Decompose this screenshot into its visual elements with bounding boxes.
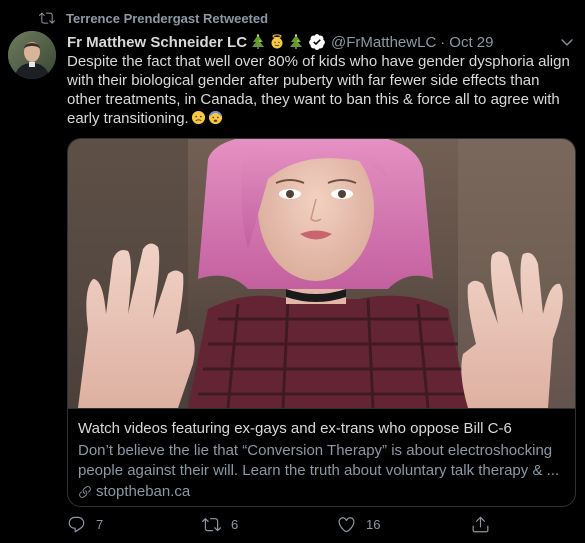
card-domain[interactable]: stoptheban.ca [78, 483, 565, 500]
card-description: Don’t believe the lie that “Conversion T… [78, 442, 560, 479]
fearful-face-emoji [208, 110, 222, 125]
share-icon [472, 516, 489, 532]
tweet[interactable]: Terrence Prendergast Retweeted Fr Matthe… [0, 0, 585, 543]
reply-count: 7 [96, 516, 104, 532]
retweet-action-icon [202, 517, 221, 531]
like-button[interactable]: 16 [337, 515, 380, 534]
author-handle[interactable]: @FrMatthewLC [331, 34, 436, 51]
tweet-date[interactable]: Oct 29 [449, 34, 493, 51]
heart-icon [338, 516, 355, 532]
share-button[interactable] [471, 515, 490, 534]
woman-pink-hair-hands-on-glass-photo [68, 139, 575, 408]
christmas-tree-emoji [290, 34, 303, 49]
card-title[interactable]: Watch videos featuring ex-gays and ex-tr… [78, 419, 565, 438]
retweet-button[interactable]: 6 [202, 515, 238, 534]
retweet-label[interactable]: Terrence Prendergast Retweeted [66, 11, 268, 26]
worried-face-emoji [191, 110, 205, 125]
link-preview-card[interactable]: Watch videos featuring ex-gays and ex-tr… [67, 138, 576, 507]
card-body[interactable]: Watch videos featuring ex-gays and ex-tr… [68, 408, 575, 506]
display-name[interactable]: Fr Matthew Schneider LC [67, 34, 247, 51]
verified-badge-icon [309, 34, 325, 50]
retweet-icon [39, 12, 55, 24]
card-image[interactable] [68, 139, 575, 408]
link-icon [79, 485, 91, 498]
reply-button[interactable]: 7 [67, 515, 103, 534]
avatar[interactable] [8, 31, 56, 79]
card-domain-text[interactable]: stoptheban.ca [96, 483, 190, 500]
tweet-actions: 7 6 16 [67, 514, 567, 534]
retweet-context[interactable]: Terrence Prendergast Retweeted [38, 9, 268, 27]
separator-dot: · [440, 33, 446, 51]
retweet-count: 6 [231, 516, 239, 532]
profile-photo [8, 31, 56, 79]
more-options-caret-icon[interactable] [559, 34, 575, 50]
tweet-header: Fr Matthew Schneider LC @FrMatthewLC · O… [67, 32, 493, 52]
angel-emoji [271, 34, 283, 49]
like-count: 16 [366, 516, 381, 532]
reply-icon [68, 516, 85, 532]
tweet-body-text: Despite the fact that well over 80% of k… [67, 53, 570, 127]
tweet-text: Despite the fact that well over 80% of k… [67, 52, 572, 128]
christmas-tree-emoji [252, 34, 265, 49]
